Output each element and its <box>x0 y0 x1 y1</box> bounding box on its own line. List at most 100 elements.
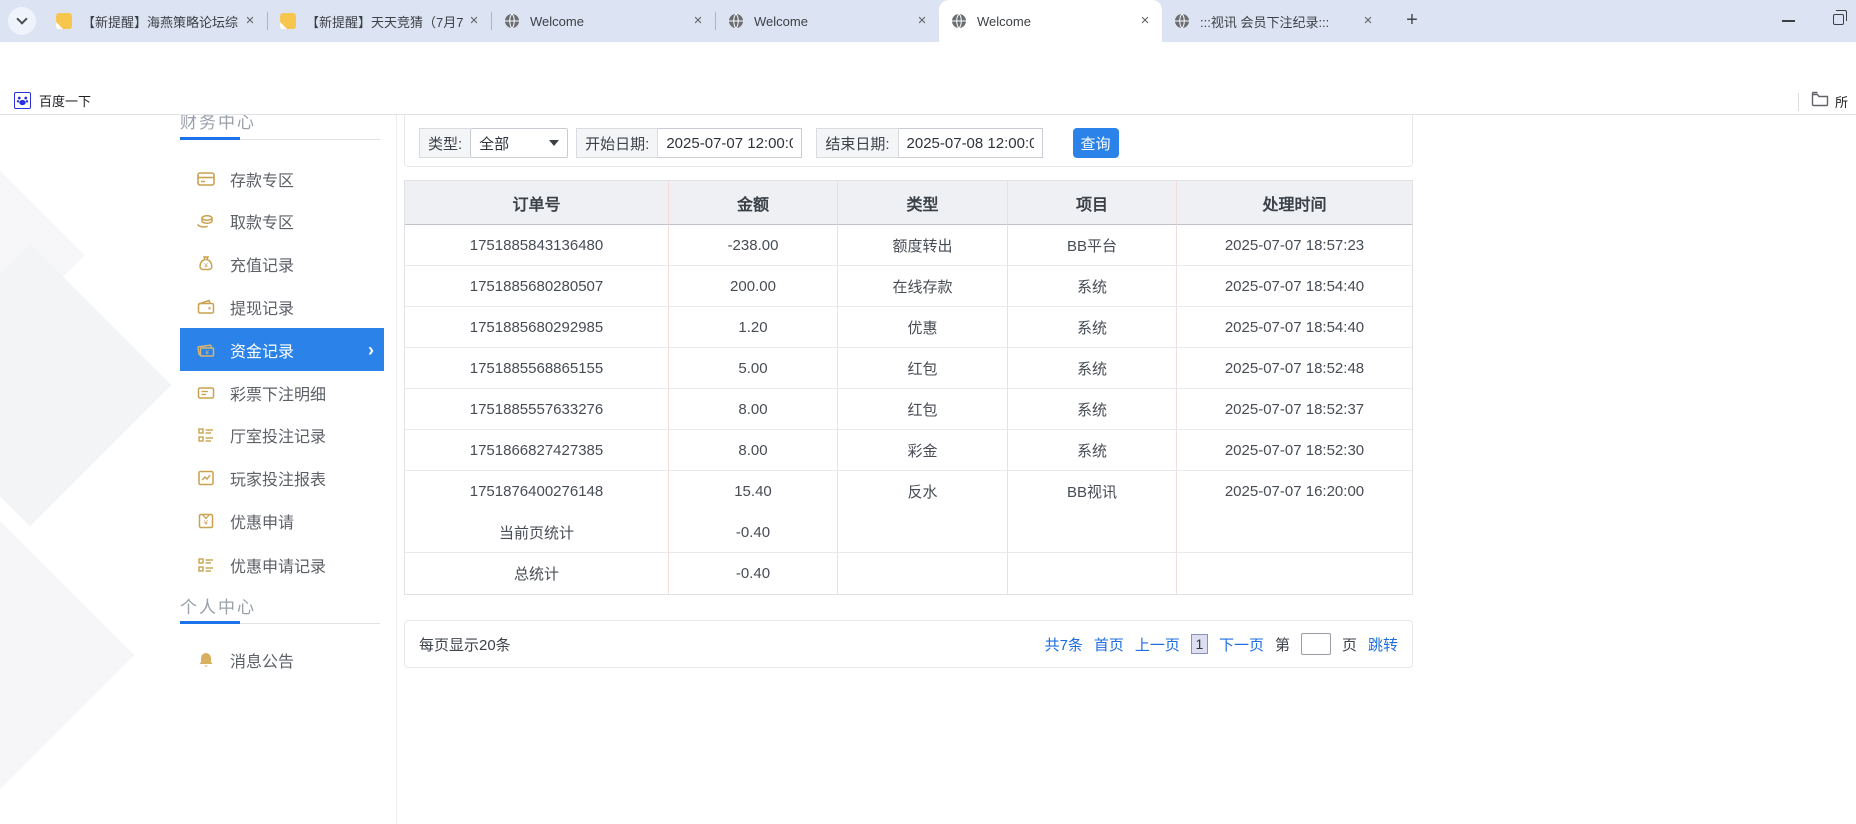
browser-tab-1[interactable]: 【新提醒】海燕策略论坛综 × <box>44 0 267 42</box>
amount-cell: 8.00 <box>669 389 838 430</box>
order-id-cell: 1751885568865155 <box>405 348 669 389</box>
browser-tab-2[interactable]: 【新提醒】天天竞猜（7月7 × <box>268 0 491 42</box>
close-icon[interactable]: × <box>913 12 931 30</box>
bookmark-baidu[interactable]: 百度一下 <box>14 91 91 110</box>
bookmarks-bar: 百度一下 所 <box>0 88 1856 114</box>
order-id-cell: 1751885843136480 <box>405 225 669 266</box>
sidebar-section-finance-title: 财务中心 <box>180 115 256 133</box>
sidebar-item-promo-apply[interactable]: ¥ 优惠申请 <box>180 499 384 542</box>
column-header: 处理时间 <box>1177 181 1412 225</box>
svg-text:¥: ¥ <box>204 262 208 269</box>
prev-page-link[interactable]: 上一页 <box>1135 634 1180 655</box>
first-page-link[interactable]: 首页 <box>1094 634 1124 655</box>
amount-cell: -238.00 <box>669 225 838 266</box>
folder-icon[interactable] <box>1811 91 1829 112</box>
wallet-icon <box>196 297 216 317</box>
end-date-input[interactable] <box>899 128 1043 158</box>
all-bookmarks-label[interactable]: 所 <box>1835 92 1848 111</box>
time-cell: 2025-07-07 18:54:40 <box>1177 266 1412 307</box>
browser-tab-3[interactable]: Welcome × <box>492 0 715 42</box>
jump-suffix-label: 页 <box>1342 634 1357 655</box>
new-tab-button[interactable]: + <box>1398 7 1426 35</box>
column-header: 订单号 <box>405 181 669 225</box>
jump-button[interactable]: 跳转 <box>1368 634 1398 655</box>
close-icon[interactable]: × <box>689 12 707 30</box>
tab-search-button[interactable] <box>8 7 36 35</box>
summary-label-cell: 当前页统计 <box>405 512 669 553</box>
type-cell: 红包 <box>838 389 1008 430</box>
next-page-link[interactable]: 下一页 <box>1219 634 1264 655</box>
svg-text:¥: ¥ <box>204 520 208 527</box>
section-underline <box>180 139 380 140</box>
type-select[interactable]: 全部 <box>470 128 568 158</box>
close-icon[interactable]: × <box>465 12 483 30</box>
table-row: 1751885680292985 1.20 优惠 系统 2025-07-07 1… <box>405 307 1412 348</box>
browser-tab-6[interactable]: :::视讯 会员下注纪录::: × <box>1162 0 1385 42</box>
window-restore-button[interactable] <box>1833 14 1844 25</box>
amount-cell: 8.00 <box>669 430 838 471</box>
chart-icon <box>196 468 216 488</box>
type-cell: 在线存款 <box>838 266 1008 307</box>
pagination-bar: 每页显示20条 共7条 首页 上一页 1 下一页 第 页 跳转 <box>404 620 1413 668</box>
end-date-label: 结束日期: <box>816 128 898 158</box>
content-divider <box>396 115 397 824</box>
summary-amount-cell: -0.40 <box>669 512 838 553</box>
decorative-triangle <box>0 521 134 790</box>
card-list-icon <box>196 383 216 403</box>
svg-text:¥: ¥ <box>205 349 209 356</box>
sidebar-item-lottery-bet-detail[interactable]: 彩票下注明细 <box>180 371 384 414</box>
sidebar-item-announcements[interactable]: 消息公告 <box>180 638 384 681</box>
sidebar-item-withdraw[interactable]: 取款专区 <box>180 199 384 242</box>
browser-tab-4[interactable]: Welcome × <box>716 0 939 42</box>
list-icon <box>196 425 216 445</box>
forum-favicon-icon <box>56 13 72 29</box>
tab-title: :::视讯 会员下注纪录::: <box>1200 12 1359 31</box>
browser-tab-bar: 【新提醒】海燕策略论坛综 × 【新提醒】天天竞猜（7月7 × Welcome ×… <box>0 0 1856 42</box>
order-id-cell: 1751885680280507 <box>405 266 669 307</box>
order-id-cell: 1751885680292985 <box>405 307 669 348</box>
table-row: 1751885568865155 5.00 红包 系统 2025-07-07 1… <box>405 348 1412 389</box>
tab-title: Welcome <box>754 14 913 29</box>
amount-cell: 5.00 <box>669 348 838 389</box>
sidebar-item-hall-bet-record[interactable]: 厅室投注记录 <box>180 413 384 456</box>
project-cell: 系统 <box>1008 389 1177 430</box>
sidebar-item-withdrawal-record[interactable]: 提现记录 <box>180 285 384 328</box>
type-cell: 反水 <box>838 471 1008 512</box>
query-button[interactable]: 查询 <box>1073 128 1119 158</box>
funds-record-table: 订单号 金额 类型 项目 处理时间 1751885843136480 -238.… <box>404 180 1413 595</box>
tab-title: Welcome <box>977 14 1136 29</box>
table-header-row: 订单号 金额 类型 项目 处理时间 <box>405 181 1412 225</box>
tab-title: Welcome <box>530 14 689 29</box>
cash-stack-icon: ¥ <box>196 340 216 360</box>
order-id-cell: 1751866827427385 <box>405 430 669 471</box>
time-cell: 2025-07-07 18:54:40 <box>1177 307 1412 348</box>
table-row: 1751885843136480 -238.00 额度转出 BB平台 2025-… <box>405 225 1412 266</box>
sidebar-item-profile-partial[interactable]: 个人资料 <box>180 815 384 824</box>
close-icon[interactable]: × <box>1136 12 1154 30</box>
globe-favicon-icon <box>951 13 967 29</box>
globe-favicon-icon <box>1174 13 1190 29</box>
current-page-badge[interactable]: 1 <box>1191 634 1208 654</box>
project-cell: 系统 <box>1008 430 1177 471</box>
browser-tab-5-active[interactable]: Welcome × <box>939 0 1162 42</box>
sidebar-item-recharge-record[interactable]: ¥ 充值记录 <box>180 242 384 285</box>
time-cell: 2025-07-07 18:52:37 <box>1177 389 1412 430</box>
sidebar-item-deposit[interactable]: 存款专区 <box>180 157 384 200</box>
project-cell: BB视讯 <box>1008 471 1177 512</box>
jump-page-input[interactable] <box>1301 633 1331 655</box>
close-icon[interactable]: × <box>1359 12 1377 30</box>
time-cell: 2025-07-07 18:52:30 <box>1177 430 1412 471</box>
close-icon[interactable]: × <box>241 12 259 30</box>
chevron-down-icon <box>549 140 559 146</box>
total-count-text: 共7条 <box>1045 634 1083 655</box>
window-minimize-button[interactable] <box>1782 20 1795 22</box>
summary-amount-cell: -0.40 <box>669 553 838 594</box>
sidebar-item-player-bet-report[interactable]: 玩家投注报表 <box>180 456 384 499</box>
start-date-input[interactable] <box>658 128 802 158</box>
time-cell: 2025-07-07 16:20:00 <box>1177 471 1412 512</box>
column-header: 类型 <box>838 181 1008 225</box>
sidebar-item-promo-apply-record[interactable]: 优惠申请记录 <box>180 543 384 586</box>
sidebar-item-funds-record[interactable]: ¥ 资金记录 › <box>180 328 384 371</box>
globe-favicon-icon <box>504 13 520 29</box>
baidu-paw-icon <box>14 92 31 109</box>
